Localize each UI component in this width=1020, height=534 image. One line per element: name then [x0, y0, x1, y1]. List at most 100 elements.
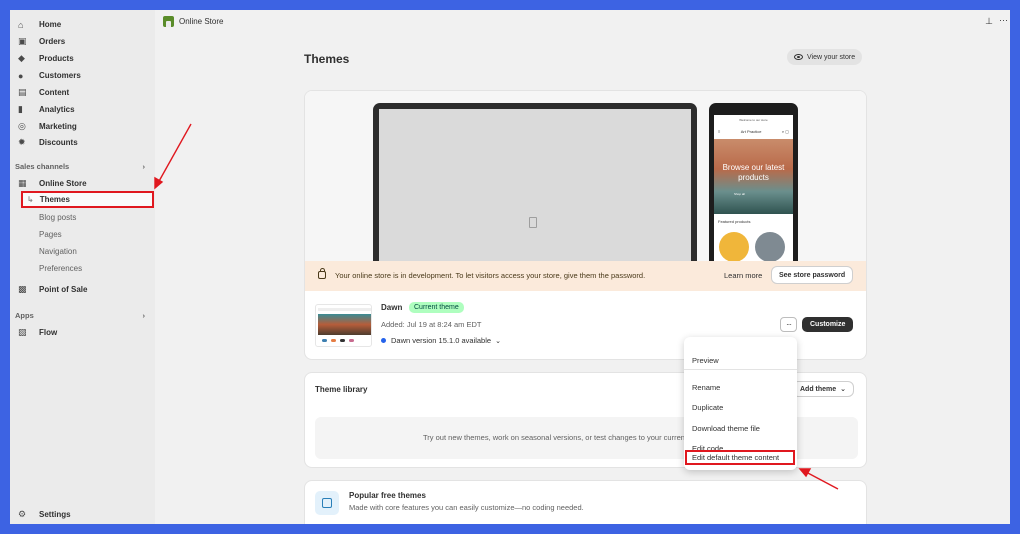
tag-icon: ◆: [18, 53, 25, 63]
sidebar-item-label: Marketing: [39, 122, 77, 131]
theme-actions-menu: Preview Rename Duplicate Download theme …: [684, 337, 797, 470]
sidebar-item-label: Online Store: [39, 179, 87, 188]
menu-item-edit-default-theme-content[interactable]: Edit default theme content: [685, 450, 795, 465]
more-actions-icon[interactable]: ···: [999, 15, 1008, 25]
sidebar-item-discounts[interactable]: ✹ Discounts: [18, 135, 153, 150]
desktop-preview: [373, 103, 697, 261]
sidebar-item-orders[interactable]: ▣ Orders: [18, 34, 153, 49]
theme-actions-button[interactable]: ···: [780, 317, 797, 332]
theme-library-title: Theme library: [315, 385, 368, 394]
sidebar-item-label: Content: [39, 88, 70, 97]
sidebar-item-flow[interactable]: ▧ Flow: [18, 325, 153, 340]
pos-icon: ▩: [18, 284, 27, 294]
eye-icon: [794, 54, 803, 60]
sidebar-item-themes[interactable]: ↳ Themes: [21, 191, 154, 208]
see-store-password-button[interactable]: See store password: [771, 266, 854, 284]
sidebar-item-label: Home: [39, 20, 62, 29]
sidebar-item-products[interactable]: ◆ Products: [18, 51, 153, 66]
menu-item-duplicate[interactable]: Duplicate: [692, 403, 723, 412]
menu-item-preview[interactable]: Preview: [692, 356, 719, 365]
add-theme-label: Add theme: [800, 385, 837, 393]
sidebar-item-label: Flow: [39, 328, 58, 337]
view-store-button[interactable]: View your store: [787, 49, 863, 65]
top-bar: Online Store ⊥ ···: [155, 10, 1010, 34]
sidebar-item-marketing[interactable]: ◎ Marketing: [18, 119, 153, 134]
orders-icon: ▣: [18, 36, 27, 46]
popular-free-themes-card: Popular free themes Made with core featu…: [304, 480, 867, 524]
sidebar-item-label: Products: [39, 54, 74, 63]
theme-thumbnail: [315, 304, 372, 347]
page-title: Themes: [304, 52, 350, 66]
file-icon: [529, 217, 537, 228]
add-theme-button[interactable]: Add theme ⌄: [792, 381, 855, 397]
sidebar-item-label: Discounts: [39, 138, 78, 147]
thumb-image: [318, 314, 371, 335]
sales-channels-label: Sales channels: [15, 162, 70, 171]
sales-channels-header[interactable]: Sales channels ›: [15, 162, 145, 171]
sidebar-item-blog-posts[interactable]: Blog posts: [39, 210, 76, 224]
thumb-swatches: [322, 339, 354, 342]
customize-button[interactable]: Customize: [802, 317, 854, 332]
chevron-right-icon: ›: [142, 311, 146, 320]
theme-version-info[interactable]: Dawn version 15.1.0 available ⌄: [381, 336, 501, 345]
update-dot-icon: [381, 338, 386, 343]
flow-icon: ▧: [18, 327, 27, 337]
theme-added-date: Added: Jul 19 at 8:24 am EDT: [381, 320, 482, 329]
theme-preview[interactable]: Welcome to our store ≡ Art Practice ⌕ ▢ …: [305, 91, 866, 261]
theme-library-empty-text: Try out new themes, work on seasonal ver…: [423, 433, 713, 442]
sidebar-item-label: Themes: [39, 195, 70, 204]
apps-label: Apps: [15, 311, 34, 320]
sidebar-item-analytics[interactable]: ▮ Analytics: [18, 102, 153, 117]
sidebar-item-point-of-sale[interactable]: ▩ Point of Sale: [18, 282, 153, 297]
sidebar-item-navigation[interactable]: Navigation: [39, 244, 77, 258]
phone-featured-label: Featured products: [718, 219, 751, 224]
gear-icon: ⚙: [18, 509, 27, 519]
learn-more-link[interactable]: Learn more: [724, 271, 762, 280]
theme-store-icon: [315, 491, 339, 515]
chevron-down-icon: ⌄: [495, 337, 501, 345]
sidebar: ⌂ Home ▣ Orders ◆ Products ● Customers ▤…: [10, 10, 155, 524]
desktop-preview-screen: [379, 109, 691, 261]
sidebar-item-preferences[interactable]: Preferences: [39, 261, 82, 275]
menu-item-download-theme-file[interactable]: Download theme file: [692, 424, 760, 433]
menu-item-rename[interactable]: Rename: [692, 383, 720, 392]
phone-hero-text: Browse our latest products: [722, 163, 785, 182]
banner-message: Your online store is in development. To …: [335, 271, 646, 280]
phone-brand: Art Practice: [740, 129, 762, 134]
pin-icon[interactable]: ⊥: [985, 16, 993, 27]
product-thumb: [719, 232, 749, 261]
mobile-preview-screen: Welcome to our store ≡ Art Practice ⌕ ▢ …: [714, 115, 793, 261]
home-icon: ⌂: [18, 19, 24, 30]
app-frame: ⌂ Home ▣ Orders ◆ Products ● Customers ▤…: [10, 10, 1010, 524]
product-thumb: [755, 232, 785, 261]
sidebar-item-home[interactable]: ⌂ Home: [18, 17, 153, 32]
sidebar-item-label: Customers: [39, 71, 81, 80]
discount-icon: ✹: [18, 137, 26, 147]
apps-header[interactable]: Apps ›: [15, 311, 145, 320]
sidebar-item-pages[interactable]: Pages: [39, 227, 62, 241]
free-themes-subtitle: Made with core features you can easily c…: [349, 503, 584, 512]
dev-store-banner: Your online store is in development. To …: [305, 261, 866, 291]
phone-hero: Browse our latest products Shop all: [714, 139, 793, 214]
bar-chart-icon: ▮: [18, 104, 23, 114]
sidebar-item-label: Analytics: [39, 105, 75, 114]
sidebar-item-label: Orders: [39, 37, 66, 46]
lock-icon: [318, 268, 326, 279]
chevron-down-icon: ⌄: [840, 386, 847, 393]
theme-version-label: Dawn version 15.1.0 available: [391, 336, 492, 345]
menu-divider: [684, 369, 797, 370]
menu-icon: ≡: [718, 129, 721, 134]
sidebar-item-content[interactable]: ▤ Content: [18, 85, 153, 100]
phone-hero-button: Shop all: [734, 192, 745, 196]
sidebar-item-settings[interactable]: ⚙ Settings: [18, 507, 153, 522]
sidebar-item-online-store[interactable]: ▦ Online Store: [18, 176, 153, 191]
theme-name: Dawn: [381, 303, 403, 312]
free-themes-title: Popular free themes: [349, 491, 426, 500]
top-bar-title: Online Store: [179, 17, 224, 26]
sidebar-item-label: Settings: [39, 510, 71, 519]
search-cart-icons: ⌕ ▢: [781, 129, 789, 134]
sidebar-item-customers[interactable]: ● Customers: [18, 68, 153, 83]
current-theme-card: Welcome to our store ≡ Art Practice ⌕ ▢ …: [304, 90, 867, 360]
target-icon: ◎: [18, 121, 26, 131]
current-theme-badge: Current theme: [409, 302, 464, 313]
